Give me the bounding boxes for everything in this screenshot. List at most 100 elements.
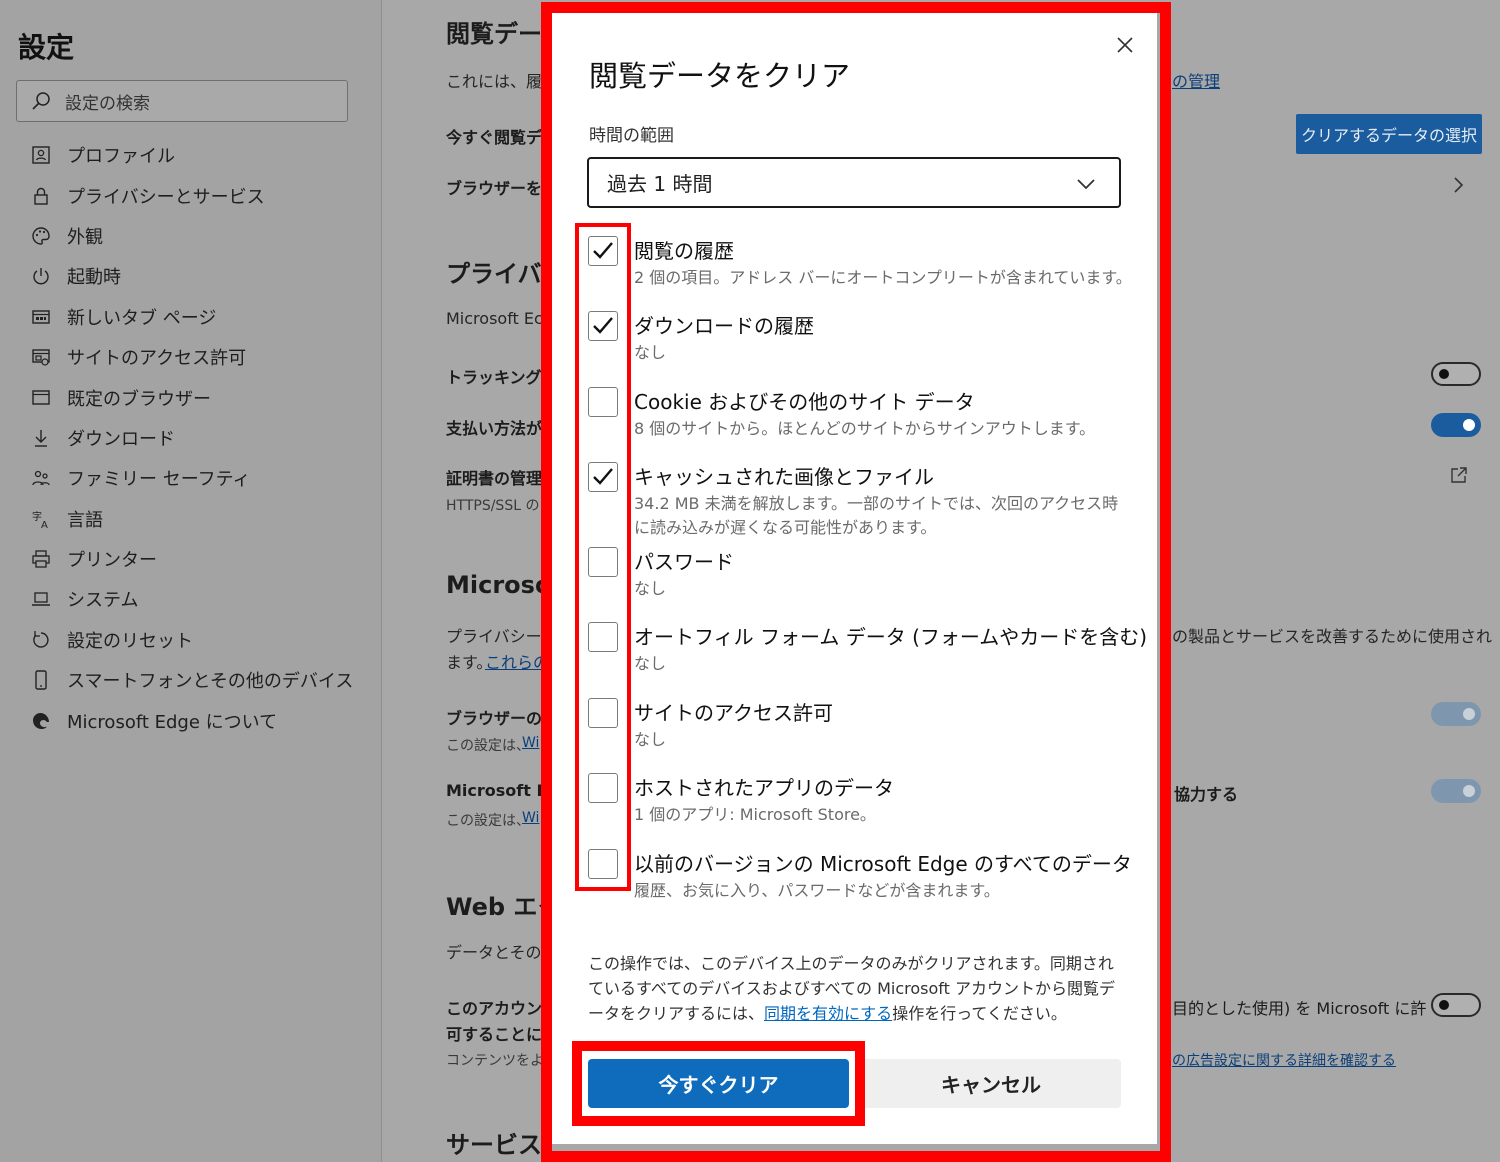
edge-logo-icon: [30, 710, 52, 732]
settings-nav: プロファイル プライバシーとサービス 外観 起動時 新しいタブ ページ サイトの…: [30, 135, 353, 741]
option-label: オートフィル フォーム データ (フォームやカードを含む): [634, 625, 1148, 649]
time-range-select[interactable]: 過去 1 時間: [587, 157, 1121, 208]
option-description: 34.2 MB 未満を解放します。一部のサイトでは、次回のアクセス時に読み込みが…: [634, 494, 1119, 537]
checkbox-column-highlight: [575, 223, 631, 891]
cancel-button[interactable]: キャンセル: [861, 1059, 1121, 1108]
clear-button-highlight: [572, 1041, 865, 1126]
sidebar-item-downloads[interactable]: ダウンロード: [30, 418, 353, 458]
sidebar-item-devices[interactable]: スマートフォンとその他のデバイス: [30, 660, 353, 700]
tracking-toggle[interactable]: [1431, 362, 1481, 386]
personalization-toggle[interactable]: [1431, 993, 1481, 1017]
purpose-text: 目的とした使用) を Microsoft に許: [1172, 999, 1427, 1018]
profile-icon: [30, 144, 52, 166]
sidebar-item-system[interactable]: システム: [30, 579, 353, 619]
sidebar-item-label: Microsoft Edge について: [67, 711, 278, 733]
time-range-label: 時間の範囲: [589, 126, 674, 146]
sidebar-item-site-permissions[interactable]: サイトのアクセス許可: [30, 337, 353, 377]
ad-settings-link[interactable]: の広告設定に関する詳細を確認する: [1172, 1050, 1396, 1070]
sidebar-item-label: システム: [67, 590, 139, 612]
sidebar-item-appearance[interactable]: 外観: [30, 216, 353, 256]
sidebar-item-about[interactable]: Microsoft Edge について: [30, 700, 353, 740]
microsoft-section-title: Microso: [446, 571, 552, 599]
sidebar-item-new-tab[interactable]: 新しいタブ ページ: [30, 297, 353, 337]
option-description: 履歴、お気に入り、パスワードなどが含まれます。: [634, 881, 1000, 900]
svg-text:A: A: [41, 520, 48, 529]
payment-toggle[interactable]: [1431, 413, 1481, 437]
printer-icon: [30, 548, 52, 570]
certificate-label: 証明書の管理: [446, 469, 543, 488]
site-permissions-icon: [30, 346, 52, 368]
new-tab-icon: [30, 306, 52, 328]
sync-note: この操作では、このデバイス上のデータのみがクリアされます。同期されているすべての…: [588, 951, 1128, 1026]
sidebar-item-default-browser[interactable]: 既定のブラウザー: [30, 377, 353, 417]
windows-link-2[interactable]: Wi: [522, 810, 539, 826]
sidebar-item-label: 設定のリセット: [67, 630, 193, 652]
settings-title: 設定: [18, 31, 75, 64]
option-description: なし: [634, 579, 667, 598]
sidebar-item-reset[interactable]: 設定のリセット: [30, 620, 353, 660]
reset-icon: [30, 629, 52, 651]
chevron-down-icon: [1077, 179, 1095, 190]
language-icon: 字A: [30, 508, 52, 530]
sidebar-item-label: 言語: [67, 509, 103, 531]
palette-icon: [30, 225, 52, 247]
cooperate-text: 協力する: [1174, 785, 1239, 804]
setting-text-1: この設定は、: [446, 738, 530, 754]
payment-label: 支払い方法が: [446, 419, 543, 438]
option-label: ホストされたアプリのデータ: [634, 776, 894, 800]
sidebar-item-startup[interactable]: 起動時: [30, 256, 353, 296]
browser-icon: [30, 387, 52, 409]
sidebar-item-profile[interactable]: プロファイル: [30, 135, 353, 175]
option-label: パスワード: [634, 550, 734, 574]
clear-now-label: 今すぐ閲覧デ: [446, 128, 543, 147]
sidebar-item-label: 起動時: [67, 267, 121, 289]
dialog-title: 閲覧データをクリア: [589, 59, 851, 93]
improve-text: の製品とサービスを改善するために使用され: [1172, 627, 1493, 646]
phone-icon: [30, 669, 52, 691]
option-label: ダウンロードの履歴: [634, 314, 814, 338]
external-link-icon[interactable]: [1450, 466, 1468, 484]
option-label: サイトのアクセス許可: [634, 701, 833, 725]
manage-link[interactable]: の管理: [1172, 68, 1220, 92]
sidebar-item-family-safety[interactable]: ファミリー セーフティ: [30, 458, 353, 498]
option-description: 2 個の項目。アドレス バーにオートコンプリートが含まれています。: [634, 268, 1132, 287]
edge-improve-toggle[interactable]: [1431, 779, 1481, 803]
option-description: なし: [634, 730, 667, 749]
sidebar-item-privacy[interactable]: プライバシーとサービス: [30, 175, 353, 215]
option-description: 8 個のサイトから。ほとんどのサイトからサインアウトします。: [634, 419, 1096, 438]
windows-link-1[interactable]: Wi: [522, 735, 539, 751]
sidebar-item-label: 既定のブラウザー: [67, 388, 211, 410]
sync-note-text-end: 操作を行ってください。: [892, 1004, 1067, 1023]
sidebar-item-languages[interactable]: 字A 言語: [30, 499, 353, 539]
option-label: 以前のバージョンの Microsoft Edge のすべてのデータ: [634, 852, 1132, 876]
lock-icon: [30, 185, 52, 207]
clear-data-section-title: 閲覧デー: [446, 20, 542, 48]
clear-browsing-data-dialog: 閲覧データをクリア 時間の範囲 過去 1 時間 閲覧の履歴 2 個の項目。アドレ…: [552, 13, 1157, 1144]
option-label: キャッシュされた画像とファイル: [634, 465, 934, 489]
settings-search-input[interactable]: 設定の検索: [16, 80, 348, 122]
sidebar-item-label: サイトのアクセス許可: [67, 348, 247, 370]
sidebar-item-label: プリンター: [67, 550, 157, 572]
enable-sync-link[interactable]: 同期を有効にする: [764, 1004, 892, 1023]
search-icon: [32, 92, 50, 110]
setting-text-2: この設定は、: [446, 813, 530, 829]
these-link[interactable]: これらの: [485, 649, 549, 673]
sidebar-item-label: ダウンロード: [67, 428, 175, 450]
option-description: なし: [634, 343, 667, 362]
choose-data-button[interactable]: クリアするデータの選択: [1296, 114, 1482, 154]
option-description: なし: [634, 654, 667, 673]
browser-usage-toggle[interactable]: [1431, 702, 1481, 726]
family-icon: [30, 467, 52, 489]
https-text: HTTPS/SSL の: [446, 498, 540, 514]
power-icon: [30, 265, 52, 287]
time-range-value: 過去 1 時間: [607, 172, 713, 196]
sidebar-item-label: スマートフォンとその他のデバイス: [67, 671, 354, 693]
option-label: Cookie およびその他のサイト データ: [634, 390, 975, 414]
laptop-icon: [30, 588, 52, 610]
search-placeholder: 設定の検索: [65, 93, 150, 114]
chevron-right-icon[interactable]: [1450, 176, 1466, 194]
privacy-text: Microsoft Ec: [446, 309, 543, 328]
download-icon: [30, 427, 52, 449]
sidebar-item-printers[interactable]: プリンター: [30, 539, 353, 579]
close-icon[interactable]: [1113, 33, 1137, 57]
